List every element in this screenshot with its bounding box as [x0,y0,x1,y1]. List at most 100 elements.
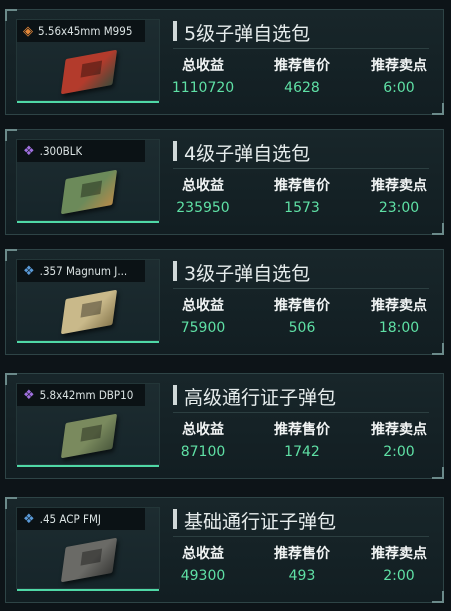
recommended-point-value: 2:00 [383,568,415,584]
orange-diamond-icon: ◈ [23,23,33,39]
item-underline [17,221,159,223]
recommended-price-value: 506 [288,320,316,336]
title-divider [173,536,429,537]
ammo-box-image [60,289,118,335]
item-underline [17,101,159,103]
item-name-tag: ❖ .300BLK [17,140,145,162]
blue-diamond-icon: ❖ [23,263,35,279]
total-profit-value: 75900 [180,320,226,336]
item-name: 5.56x45mm M995 [38,24,133,38]
recommended-point-label: 推荐卖点 [371,178,427,194]
recommended-price-value: 493 [288,568,316,584]
item-name: .300BLK [39,144,83,158]
title-marker [173,509,177,529]
recommended-point-value: 6:00 [383,80,415,96]
item-preview[interactable]: ❖ .45 ACP FMJ [16,507,160,591]
recommended-price-stat: 推荐售价 1573 [262,177,342,217]
total-profit-label: 总收益 [182,58,224,74]
recommended-price-value: 4628 [284,80,320,96]
item-name: .357 Magnum J... [39,264,128,278]
purple-diamond-icon: ❖ [23,387,35,403]
item-underline [17,341,159,343]
pack-title: 高级通行证子弹包 [184,387,337,409]
ammo-box-label [80,424,103,442]
recommended-point-label: 推荐卖点 [371,58,427,74]
item-underline [17,589,159,591]
total-profit-value: 235950 [176,200,230,216]
title-divider [173,168,429,169]
total-profit-stat: 总收益 75900 [163,297,243,337]
item-name-tag: ◈ 5.56x45mm M995 [17,20,145,42]
item-preview[interactable]: ❖ .300BLK [16,139,160,223]
ammo-pack-card[interactable]: ❖ 5.8x42mm DBP10 高级通行证子弹包 总收益 87100 推荐售价… [5,373,444,479]
recommended-price-label: 推荐售价 [274,422,330,438]
title-marker [173,261,177,281]
ammo-box-label [80,60,103,78]
recommended-point-label: 推荐卖点 [371,298,427,314]
pack-title: 基础通行证子弹包 [184,511,337,533]
total-profit-label: 总收益 [182,178,224,194]
ammo-pack-card[interactable]: ❖ .300BLK 4级子弹自选包 总收益 235950 推荐售价 1573 推… [5,129,444,235]
recommended-point-stat: 推荐卖点 23:00 [359,177,439,217]
item-name: 5.8x42mm DBP10 [39,388,134,402]
total-profit-stat: 总收益 1110720 [163,57,243,97]
title-divider [173,288,429,289]
ammo-pack-card[interactable]: ❖ .45 ACP FMJ 基础通行证子弹包 总收益 49300 推荐售价 49… [5,497,444,603]
ammo-pack-card[interactable]: ❖ .357 Magnum J... 3级子弹自选包 总收益 75900 推荐售… [5,249,444,355]
recommended-point-stat: 推荐卖点 2:00 [359,421,439,461]
total-profit-stat: 总收益 49300 [163,545,243,585]
recommended-point-value: 23:00 [378,200,420,216]
recommended-price-value: 1742 [284,444,320,460]
recommended-point-label: 推荐卖点 [371,546,427,562]
total-profit-value: 1110720 [171,80,235,96]
item-name: .45 ACP FMJ [39,512,101,526]
blue-diamond-icon: ❖ [23,511,35,527]
ammo-box-image [60,537,118,583]
item-preview[interactable]: ❖ 5.8x42mm DBP10 [16,383,160,467]
title-marker [173,21,177,41]
recommended-price-label: 推荐售价 [274,298,330,314]
item-preview[interactable]: ❖ .357 Magnum J... [16,259,160,343]
purple-diamond-icon: ❖ [23,143,35,159]
ammo-pack-card[interactable]: ◈ 5.56x45mm M995 5级子弹自选包 总收益 1110720 推荐售… [5,9,444,115]
recommended-point-stat: 推荐卖点 2:00 [359,545,439,585]
recommended-price-label: 推荐售价 [274,178,330,194]
total-profit-label: 总收益 [182,422,224,438]
ammo-box-label [80,180,103,198]
recommended-price-label: 推荐售价 [274,546,330,562]
recommended-point-value: 18:00 [378,320,420,336]
ammo-box-label [80,548,103,566]
item-name-tag: ❖ .45 ACP FMJ [17,508,145,530]
recommended-point-label: 推荐卖点 [371,422,427,438]
ammo-box-image [60,413,118,459]
item-preview[interactable]: ◈ 5.56x45mm M995 [16,19,160,103]
recommended-price-stat: 推荐售价 1742 [262,421,342,461]
recommended-point-stat: 推荐卖点 6:00 [359,57,439,97]
title-divider [173,412,429,413]
recommended-price-stat: 推荐售价 506 [262,297,342,337]
item-name-tag: ❖ .357 Magnum J... [17,260,145,282]
ammo-box-image [60,169,118,215]
recommended-price-value: 1573 [284,200,320,216]
ammo-box-label [80,300,103,318]
title-marker [173,385,177,405]
ammo-box-image [60,49,118,95]
pack-title: 4级子弹自选包 [184,143,311,165]
total-profit-stat: 总收益 235950 [163,177,243,217]
item-underline [17,465,159,467]
total-profit-label: 总收益 [182,546,224,562]
pack-title: 3级子弹自选包 [184,263,311,285]
total-profit-value: 87100 [180,444,226,460]
recommended-point-value: 2:00 [383,444,415,460]
recommended-price-stat: 推荐售价 4628 [262,57,342,97]
total-profit-label: 总收益 [182,298,224,314]
recommended-price-stat: 推荐售价 493 [262,545,342,585]
pack-title: 5级子弹自选包 [184,23,311,45]
total-profit-value: 49300 [180,568,226,584]
recommended-point-stat: 推荐卖点 18:00 [359,297,439,337]
title-divider [173,48,429,49]
title-marker [173,141,177,161]
total-profit-stat: 总收益 87100 [163,421,243,461]
item-name-tag: ❖ 5.8x42mm DBP10 [17,384,145,406]
recommended-price-label: 推荐售价 [274,58,330,74]
